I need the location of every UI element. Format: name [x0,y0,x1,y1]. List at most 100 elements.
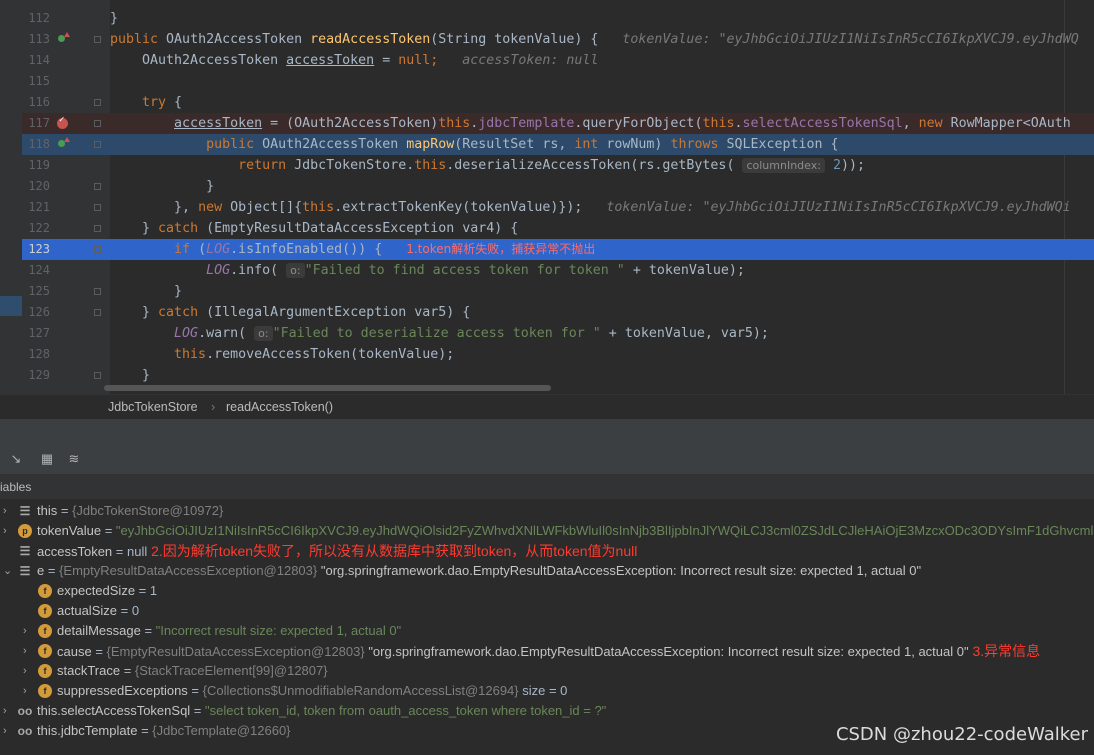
code-text: accessToken = (OAuth2AccessToken)this.jd… [110,113,1071,134]
equals-sign: = [101,523,116,538]
code-token: new [918,116,951,131]
breadcrumb-method[interactable]: readAccessToken() [226,400,333,414]
equals-sign: = [57,503,73,518]
code-token: = [374,53,399,68]
code-line[interactable]: 115 [22,71,1094,92]
code-token: (String tokenValue) { [430,32,623,47]
variable-row[interactable]: › f stackTrace = {StackTraceElement[99]@12… [0,661,1094,681]
expand-arrow-icon[interactable]: › [3,721,7,741]
variable-row[interactable]: f expectedSize = 1 [0,581,1094,601]
code-line[interactable]: 118 public OAuth2AccessToken mapRow(Resu… [22,134,1094,155]
variable-row[interactable]: › oo this.selectAccessTokenSql = "select t… [0,701,1094,721]
variable-row[interactable]: › f suppressedExceptions = {Collections$Un… [0,681,1094,701]
variable-row[interactable]: ☰ accessToken = null 2.因为解析token失败了，所以没有从… [0,541,1094,561]
breadcrumb-class[interactable]: JdbcTokenStore [108,400,198,414]
line-number: 121 [28,200,50,214]
code-token: readAccessToken [310,32,431,47]
expand-arrow-icon[interactable]: › [23,641,27,661]
equals-sign: = [116,603,132,618]
code-text: public OAuth2AccessToken readAccessToken… [110,29,1079,50]
variable-type: {StackTraceElement[99]@12807} [134,663,328,678]
trace-icon[interactable]: ≋ [65,450,83,468]
variable-value: size = 0 [518,683,568,698]
code-token: .deserializeAccessToken(rs.getBytes( [446,158,743,173]
watch-icon: oo [17,724,33,738]
variable-value: null [126,544,148,559]
variable-value: 0 [131,603,140,618]
code-line[interactable]: 127 LOG.warn( o: "Failed to deserialize a… [22,323,1094,344]
code-token: (EmptyResultDataAccessException var4) { [206,221,519,236]
variable-row[interactable]: › f detailMessage = "Incorrect result size… [0,621,1094,641]
code-line[interactable]: 122 } catch (EmptyResultDataAccessExcept… [22,218,1094,239]
code-text: } [110,8,118,29]
code-token: try [110,95,175,110]
expand-arrow-icon[interactable]: › [23,681,27,701]
field-icon: f [38,644,52,658]
code-line[interactable]: 129 } [22,365,1094,386]
code-token: catch [158,221,207,236]
variable-row[interactable]: f actualSize = 0 [0,601,1094,621]
code-token: this [438,116,471,131]
equals-sign: = [140,623,156,638]
fold-marker-icon[interactable] [94,225,101,232]
code-line[interactable]: 117 accessToken = (OAuth2AccessToken)thi… [22,113,1094,134]
fold-marker-icon[interactable] [94,288,101,295]
code-line[interactable]: 120 } [22,176,1094,197]
code-token: 2 [824,158,841,173]
expand-arrow-icon[interactable]: ⌄ [3,561,12,581]
fold-marker-icon[interactable] [94,309,101,316]
expand-arrow-icon[interactable]: › [3,701,7,721]
fold-marker-icon[interactable] [94,36,101,43]
fold-marker-icon[interactable] [94,183,101,190]
code-token: jdbcTemplate [478,116,575,131]
evaluate-expression-icon[interactable]: ▦ [38,450,56,468]
code-line[interactable]: 126 } catch (IllegalArgumentException va… [22,302,1094,323]
expand-arrow-icon[interactable]: › [23,621,27,641]
code-token: Object[]{ [230,200,303,215]
variable-row[interactable]: › p tokenValue = "eyJhbGciOiJIUzI1NiIsInR5… [0,521,1094,541]
debug-toolbar: ↘ ▦ ≋ [0,444,1094,475]
code-line[interactable]: 128 this.removeAccessToken(tokenValue); [22,344,1094,365]
horizontal-scrollbar[interactable] [104,385,551,391]
implements-method-icon[interactable] [56,29,70,50]
code-token: return [110,158,295,173]
code-line[interactable]: 113 public OAuth2AccessToken readAccessTo… [22,29,1094,50]
fold-marker-icon[interactable] [94,99,101,106]
breakpoint-icon[interactable] [56,113,70,134]
expand-arrow-icon[interactable]: › [3,521,7,541]
variable-type: {EmptyResultDataAccessException@12803} [59,563,318,578]
code-token: public [110,32,167,47]
fold-marker-icon[interactable] [94,120,101,127]
implements-method-icon[interactable] [56,134,70,155]
fold-marker-icon[interactable] [94,372,101,379]
expand-arrow-icon[interactable]: › [3,501,7,521]
expand-arrow-icon[interactable]: › [23,661,27,681]
code-token: } [110,11,119,26]
code-line[interactable]: 124 LOG.info( o: "Failed to find access t… [22,260,1094,281]
fold-marker-icon[interactable] [94,204,101,211]
variable-row[interactable]: › ☰ this = {JdbcTokenStore@10972} [0,501,1094,521]
variable-row[interactable]: ⌄ ☰ e = {EmptyResultDataAccessException@12… [0,561,1094,581]
code-token: + tokenValue, var5); [600,326,769,341]
code-token: .extractTokenKey(tokenValue)}); [334,200,607,215]
variable-name: suppressedExceptions [57,683,188,698]
line-number: 128 [28,347,50,361]
code-token: SQLException { [726,137,839,152]
variable-value: "org.springframework.dao.EmptyResultData… [317,563,922,578]
code-editor[interactable]: 112} 113 public OAuth2AccessToken readAcce… [0,0,1094,394]
line-number: 115 [28,74,50,88]
code-line[interactable]: 112} [22,8,1094,29]
code-line[interactable]: 121 }, new Object[]{this.extractTokenKey… [22,197,1094,218]
fold-marker-icon[interactable] [94,141,101,148]
code-line[interactable]: 125 } [22,281,1094,302]
variable-row[interactable]: › f cause = {EmptyResultDataAccessExceptio… [0,641,1094,661]
code-line[interactable]: 114 OAuth2AccessToken accessToken = null… [22,50,1094,71]
code-token: "Failed to find access token for token " [304,263,625,278]
code-line[interactable]: 123 if (LOG.isInfoEnabled()) { 1.token解析… [22,239,1094,260]
code-line[interactable]: 119 return JdbcTokenStore.this.deseriali… [22,155,1094,176]
parameter-hint: o: [254,326,273,341]
step-into-icon[interactable]: ↘ [7,450,25,468]
code-line[interactable]: 116 try { [22,92,1094,113]
fold-marker-icon[interactable] [94,246,101,253]
